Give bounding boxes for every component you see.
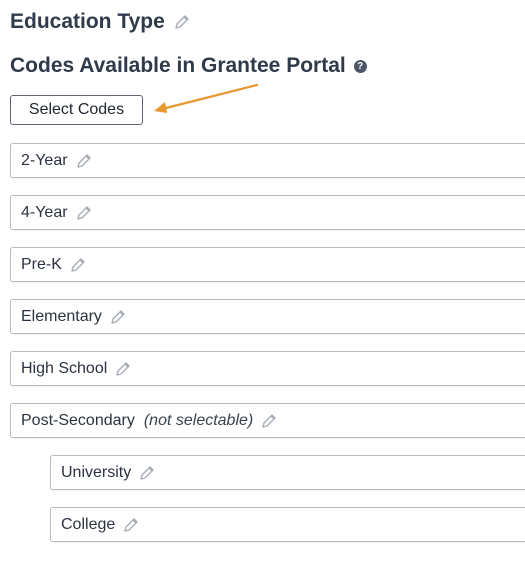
pencil-icon[interactable] [261,413,277,429]
codes-available-heading: Codes Available in Grantee Portal ? [10,52,367,80]
code-label: 4-Year [21,203,68,221]
pencil-icon[interactable] [174,14,190,30]
code-row-pre-k[interactable]: Pre-K [10,247,525,282]
pencil-icon[interactable] [70,257,86,273]
code-row-college[interactable]: College [50,507,525,542]
not-selectable-note: (not selectable) [143,411,254,429]
help-icon[interactable]: ? [353,59,367,73]
code-label: College [61,515,116,533]
pencil-icon[interactable] [123,517,139,533]
code-row-high-school[interactable]: High School [10,351,525,386]
code-label: Elementary [21,307,102,325]
code-row-elementary[interactable]: Elementary [10,299,525,334]
arrow-annotation-icon [154,83,259,113]
pencil-icon[interactable] [110,309,126,325]
code-row-2-year[interactable]: 2-Year [10,143,525,178]
code-label: 2-Year [21,151,68,169]
pencil-icon[interactable] [76,205,92,221]
select-codes-button[interactable]: Select Codes [10,95,143,125]
code-row-post-secondary[interactable]: Post-Secondary (not selectable) [10,403,525,438]
pencil-icon[interactable] [76,153,92,169]
code-label: University [61,463,132,481]
code-label: Post-Secondary [21,411,135,429]
education-type-heading: Education Type [10,8,190,36]
pencil-icon[interactable] [115,361,131,377]
codes-available-title: Codes Available in Grantee Portal [10,54,346,77]
education-type-title: Education Type [10,10,165,33]
code-label: High School [21,359,108,377]
pencil-icon[interactable] [139,465,155,481]
code-label: Pre-K [21,255,62,273]
code-row-university[interactable]: University [50,455,525,490]
code-row-4-year[interactable]: 4-Year [10,195,525,230]
